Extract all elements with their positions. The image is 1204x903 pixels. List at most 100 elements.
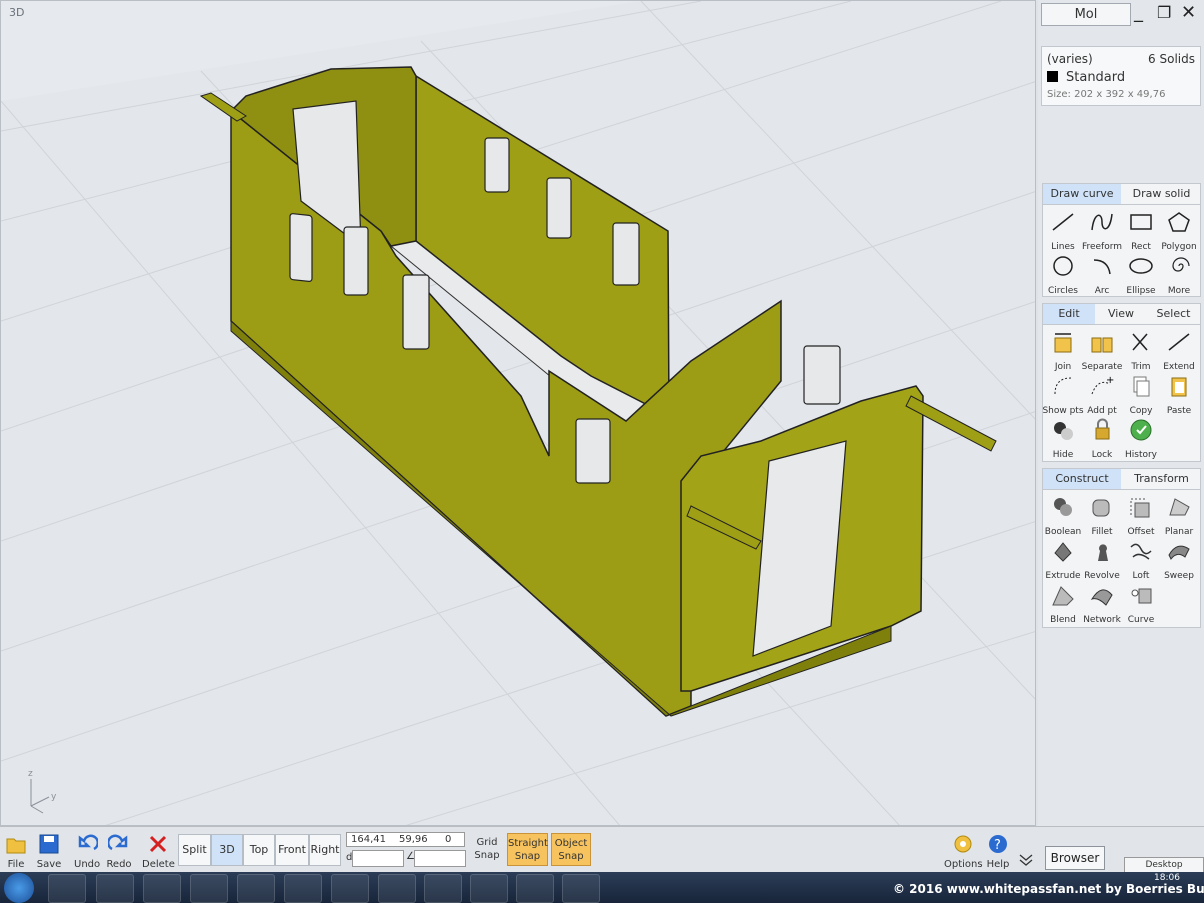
hide-tool[interactable]: Hide — [1043, 416, 1083, 460]
mail-icon[interactable] — [378, 874, 416, 903]
more-tool[interactable]: More — [1159, 252, 1199, 296]
help-button[interactable]: ? Help — [985, 833, 1011, 870]
extrude-tool[interactable]: Extrude — [1043, 537, 1083, 581]
distance-input[interactable] — [352, 850, 404, 867]
tab-draw-solid[interactable]: Draw solid — [1123, 184, 1200, 204]
media-player-icon[interactable] — [48, 874, 86, 903]
viewport-3d[interactable]: z y 3D — [0, 0, 1036, 826]
windows-icon[interactable] — [96, 874, 134, 903]
help-icon: ? — [989, 835, 1007, 853]
tab-draw-curve[interactable]: Draw curve — [1043, 184, 1121, 204]
restore-icon[interactable]: ❐ — [1157, 2, 1171, 24]
revolve-tool[interactable]: Revolve — [1082, 537, 1122, 581]
boolean-tool[interactable]: Boolean — [1043, 493, 1083, 537]
model-canvas[interactable]: z y — [1, 1, 1036, 826]
scanner-icon[interactable] — [284, 874, 322, 903]
delete-button[interactable]: Delete — [142, 833, 175, 870]
save-button[interactable]: Save — [36, 833, 62, 870]
boolean-icon — [1054, 498, 1072, 516]
show-points-tool[interactable]: Show pts — [1042, 372, 1084, 416]
firefox-icon[interactable] — [424, 874, 462, 903]
explorer-icon[interactable] — [143, 874, 181, 903]
browser-button[interactable]: Browser — [1045, 846, 1105, 870]
options-icon — [954, 835, 972, 853]
view-front-button[interactable]: Front — [275, 834, 309, 866]
extrude-icon — [1054, 542, 1072, 562]
curve-tool[interactable]: Curve — [1121, 581, 1161, 625]
file-button[interactable]: File — [4, 833, 28, 870]
chevron-down-icon[interactable] — [1017, 852, 1035, 868]
tab-view[interactable]: View — [1096, 304, 1146, 324]
view-top-button[interactable]: Top — [243, 834, 275, 866]
svg-text:?: ? — [994, 838, 1001, 853]
ie-icon[interactable] — [190, 874, 228, 903]
grid-snap-button[interactable]: Grid Snap — [470, 833, 504, 866]
delete-icon — [149, 835, 167, 853]
clipboard-icon — [1171, 377, 1187, 397]
history-tool[interactable]: History — [1121, 416, 1161, 460]
ellipse-icon — [1129, 258, 1153, 274]
sweep-tool[interactable]: Sweep — [1159, 537, 1199, 581]
tab-edit[interactable]: Edit — [1043, 304, 1095, 324]
blend-icon — [1052, 586, 1074, 606]
straight-snap-button[interactable]: Straight Snap — [507, 833, 548, 866]
copyright-credit: © 2016 www.whitepassfan.net by Boerries … — [893, 882, 1204, 896]
show-points-icon — [1054, 377, 1072, 395]
edit-panel: Edit View Select Join Separate Trim Exte… — [1042, 303, 1201, 462]
viewport-label: 3D — [9, 6, 25, 19]
fillet-tool[interactable]: Fillet — [1082, 493, 1122, 537]
freeform-tool[interactable]: Freeform — [1082, 208, 1122, 252]
paste-tool[interactable]: Paste — [1159, 372, 1199, 416]
polygon-tool[interactable]: Polygon — [1159, 208, 1199, 252]
selection-name: (varies) — [1047, 52, 1093, 66]
separate-tool[interactable]: Separate — [1082, 328, 1122, 372]
sweep-icon — [1168, 545, 1190, 560]
object-snap-label-1: Object — [554, 838, 588, 849]
options-button[interactable]: Options — [944, 833, 983, 870]
network-tool[interactable]: Network — [1082, 581, 1122, 625]
arc-tool[interactable]: Arc — [1082, 252, 1122, 296]
angle-input[interactable] — [414, 850, 466, 867]
offset-icon — [1130, 498, 1150, 518]
circles-tool[interactable]: Circles — [1043, 252, 1083, 296]
undo-icon — [78, 834, 99, 851]
straight-snap-label-1: Straight — [508, 838, 548, 849]
blend-tool[interactable]: Blend — [1043, 581, 1083, 625]
grid-snap-label-1: Grid — [476, 837, 498, 848]
close-icon[interactable]: ✕ — [1181, 2, 1196, 24]
lock-icon — [1095, 418, 1110, 440]
network-icon[interactable] — [331, 874, 369, 903]
object-snap-button[interactable]: Object Snap — [551, 833, 591, 866]
coord-y: 59,96 — [399, 834, 428, 845]
view-split-button[interactable]: Split — [178, 834, 211, 866]
mol-button[interactable]: Mol — [1041, 3, 1131, 26]
undo-button[interactable]: Undo — [74, 833, 100, 870]
spiral-icon — [1172, 257, 1190, 272]
app-icon-2009[interactable] — [237, 874, 275, 903]
redo-button[interactable]: Redo — [106, 833, 132, 870]
lock-tool[interactable]: Lock — [1082, 416, 1122, 460]
layer-color-swatch[interactable] — [1047, 71, 1058, 82]
moi-icon[interactable] — [562, 874, 600, 903]
tab-select[interactable]: Select — [1147, 304, 1200, 324]
svg-text:y: y — [51, 792, 57, 802]
tab-construct[interactable]: Construct — [1043, 469, 1121, 489]
tab-transform[interactable]: Transform — [1123, 469, 1200, 489]
minimize-icon[interactable]: _ — [1134, 2, 1143, 24]
start-orb-icon[interactable] — [4, 873, 34, 903]
view-3d-button[interactable]: 3D — [211, 834, 243, 866]
add-point-icon: + — [1091, 375, 1114, 395]
revolve-icon — [1098, 544, 1108, 561]
join-tool[interactable]: Join — [1043, 328, 1083, 372]
folder-icon — [6, 838, 26, 854]
lines-tool[interactable]: Lines — [1043, 208, 1083, 252]
photoshop-elements-icon[interactable] — [470, 874, 508, 903]
polygon-icon — [1168, 212, 1190, 232]
layer-name[interactable]: Standard — [1066, 70, 1125, 85]
extend-tool[interactable]: Extend — [1159, 328, 1199, 372]
grid-snap-label-2: Snap — [474, 850, 500, 861]
add-point-tool[interactable]: + Add pt — [1082, 372, 1122, 416]
green-app-icon[interactable] — [516, 874, 554, 903]
view-right-button[interactable]: Right — [309, 834, 341, 866]
planar-tool[interactable]: Planar — [1159, 493, 1199, 537]
